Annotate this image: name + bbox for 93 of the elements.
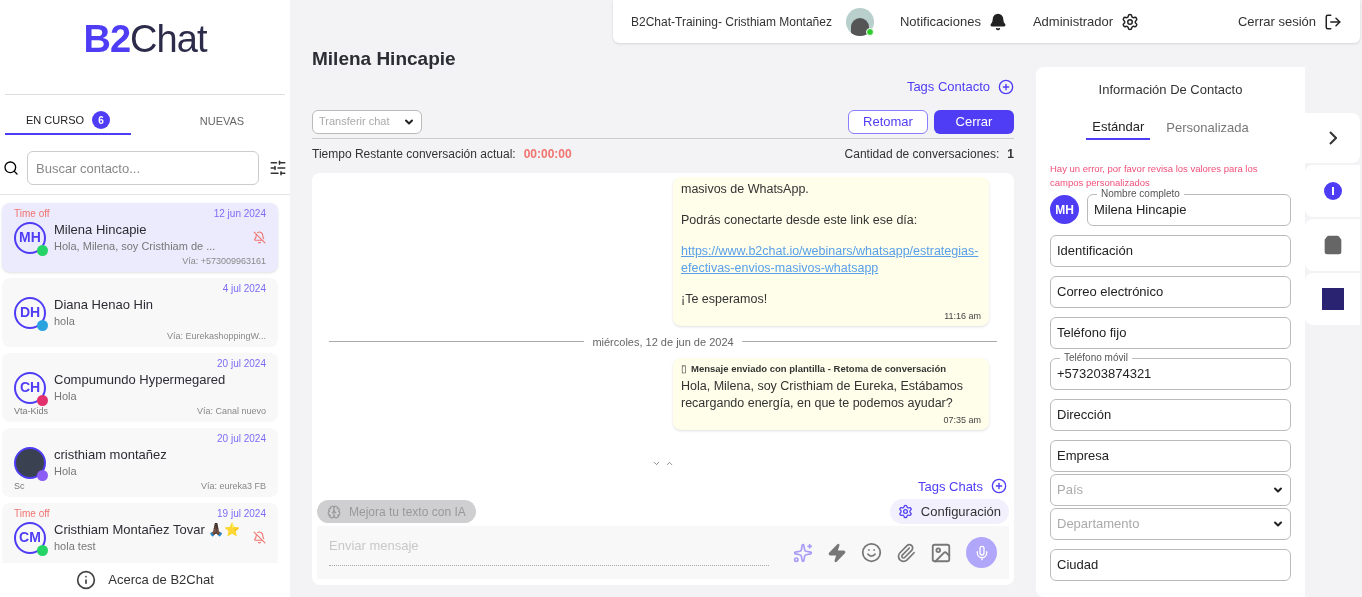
time-off-label: Time off	[14, 208, 50, 220]
template-notice: Mensaje enviado con plantilla - Retoma de conversación	[691, 362, 946, 375]
message-time: 07:35 am	[942, 414, 981, 427]
field-value: +573203874321	[1057, 365, 1152, 384]
notifications-button[interactable]: Notificaciones	[899, 11, 1007, 32]
app-thumbnail-icon	[1321, 288, 1344, 310]
input-field[interactable]: Empresa	[1050, 440, 1291, 472]
message-preview: Hola	[54, 389, 78, 404]
conversation-date: 19 jul 2024	[217, 508, 266, 520]
conversation-tab[interactable]: EN CURSO 6	[5, 107, 131, 135]
timer-label: Tiempo Restante conversación actual:	[312, 145, 516, 163]
input-field[interactable]: Teléfono fijo	[1050, 317, 1291, 349]
about-link[interactable]: Acerca de B2Chat	[108, 570, 214, 590]
info-icon	[1323, 182, 1342, 200]
message-text: masivos de WhatsApp.	[681, 180, 810, 198]
contact-name: Milena Hincapie	[54, 221, 148, 239]
contact-avatar: MH	[1050, 195, 1079, 224]
field-value: Milena Hincapie	[1094, 201, 1187, 220]
channel-via: Vía: +573009963161	[182, 255, 266, 267]
conversation-item[interactable]: 20 jul 2024 cristhiam montañez Hola Sc Vía: eureka3 FB	[2, 428, 278, 497]
input-field[interactable]: Ciudad	[1050, 549, 1291, 581]
conversation-date: 20 jul 2024	[217, 358, 266, 370]
search-field[interactable]: Buscar contacto...	[27, 151, 259, 185]
conversation-tag: Sc	[14, 480, 25, 492]
message-preview: hola	[54, 314, 76, 329]
tags-chats-button[interactable]: Tags Chats	[917, 476, 1007, 496]
info-icon	[76, 570, 97, 590]
count-badge: 6	[92, 111, 111, 129]
user-name: B2Chat-Training- Cristhiam Montañez	[631, 13, 832, 31]
contact-name: Diana Henao Hin	[54, 296, 154, 314]
logout-icon	[1324, 12, 1342, 31]
message-preview: Hola, Milena, soy Cristhiam de ...	[54, 239, 217, 254]
conversation-date: 4 jul 2024	[222, 283, 266, 295]
channel-via: Vía: Canal nuevo	[196, 405, 266, 417]
message-text: Podrás conectarte desde este link ese día:	[681, 211, 919, 229]
error-message: Hay un error, por favor revisa los valores para los campos personalizados	[1050, 162, 1259, 189]
conversation-tab[interactable]: NUEVAS	[159, 107, 285, 135]
bell-icon	[988, 12, 1007, 31]
contact-tab[interactable]: Personalizada	[1160, 116, 1255, 140]
resume-button[interactable]: Retomar	[848, 109, 928, 134]
time-off-label: Time off	[14, 508, 50, 520]
avatar-photo-placeholder	[14, 446, 46, 479]
contact-name: Compumundo Hypermegared	[54, 371, 227, 389]
channel-via: Vía: eureka3 FB	[200, 480, 266, 492]
chevron-right-icon	[1328, 131, 1337, 145]
settings-icon	[1121, 12, 1140, 31]
b2chat-logo: B2Chat	[83, 17, 207, 62]
field-label: Nombre completo	[1097, 187, 1184, 201]
logout-button[interactable]: Cerrar sesión	[1237, 11, 1342, 32]
conversation-item[interactable]: 20 jul 2024 CH Compumundo Hypermegared Hola Vta-Kids Vía: Canal nuevo	[2, 353, 278, 422]
message-preview: Hola	[54, 464, 78, 479]
administrator-button[interactable]: Administrador	[1032, 11, 1140, 32]
conversation-date: 20 jul 2024	[217, 433, 266, 445]
timer-value: 00:00:00	[523, 145, 572, 163]
search-icon	[3, 160, 19, 176]
conversation-date: 12 jun 2024	[213, 208, 266, 220]
contact-name: cristhiam montañez	[54, 446, 168, 464]
conversation-count-label: Cantidad de conversaciones:	[844, 145, 1000, 163]
app-tab[interactable]	[1305, 273, 1360, 325]
sparkle-icon[interactable]	[793, 542, 813, 563]
conversation-count: 1	[1007, 145, 1014, 163]
chat-title: Milena Hincapie	[312, 47, 457, 71]
add-icon	[991, 478, 1007, 495]
filter-icon[interactable]	[269, 159, 287, 177]
info-tab[interactable]	[1305, 165, 1360, 217]
add-icon	[998, 78, 1014, 95]
contact-panel-title: Información De Contacto	[1097, 81, 1244, 99]
message-text: Hola, Milena, soy Cristhiam de Eureka, Estábamos recargando energía, en que te podemos ayudar?	[681, 378, 965, 412]
contact-tab[interactable]: Estándar	[1086, 116, 1151, 140]
channel-via: Vía: EurekashoppingW...	[166, 330, 266, 342]
template-mark: ▯	[681, 362, 687, 375]
conversation-item[interactable]: Time off 12 jun 2024 MH Milena Hincapie Hola, Milena, soy Cristhiam de ... Vía: +573009963161	[2, 203, 278, 272]
message-time: 11:16 am	[943, 309, 981, 323]
conversation-item[interactable]: 4 jul 2024 DH Diana Henao Hin hola Vía: EurekashoppingW...	[2, 278, 278, 347]
shopping-tab[interactable]	[1305, 219, 1360, 271]
attachment-icon[interactable]	[896, 542, 916, 563]
conversation-tag: Vta-Kids	[14, 405, 48, 417]
close-chat-button[interactable]: Cerrar	[934, 109, 1014, 134]
input-field[interactable]: Identificación	[1050, 235, 1291, 267]
contact-name: Cristhiam Montañez Tovar 🙏🏿⭐	[54, 521, 242, 539]
tags-contact-button[interactable]: Tags Contacto	[906, 77, 1014, 97]
image-icon[interactable]	[930, 541, 952, 564]
user-avatar[interactable]	[845, 7, 874, 36]
input-field[interactable]: Correo electrónico	[1050, 276, 1291, 308]
date-divider-label: miércoles, 12 de jun de 2024	[592, 334, 734, 350]
input-field[interactable]: Dirección	[1050, 399, 1291, 431]
message-preview: hola test	[54, 539, 97, 554]
message-text: ¡Te esperamos!	[681, 290, 769, 308]
emoji-icon[interactable]	[861, 542, 882, 563]
conversation-item[interactable]: Time off 19 jul 2024 CM Cristhiam Montañez Tovar 🙏🏿⭐ hola test	[2, 503, 278, 563]
configuration-button[interactable]: Configuración	[889, 499, 1009, 524]
settings-icon	[897, 504, 913, 519]
lightning-icon[interactable]	[827, 542, 847, 563]
